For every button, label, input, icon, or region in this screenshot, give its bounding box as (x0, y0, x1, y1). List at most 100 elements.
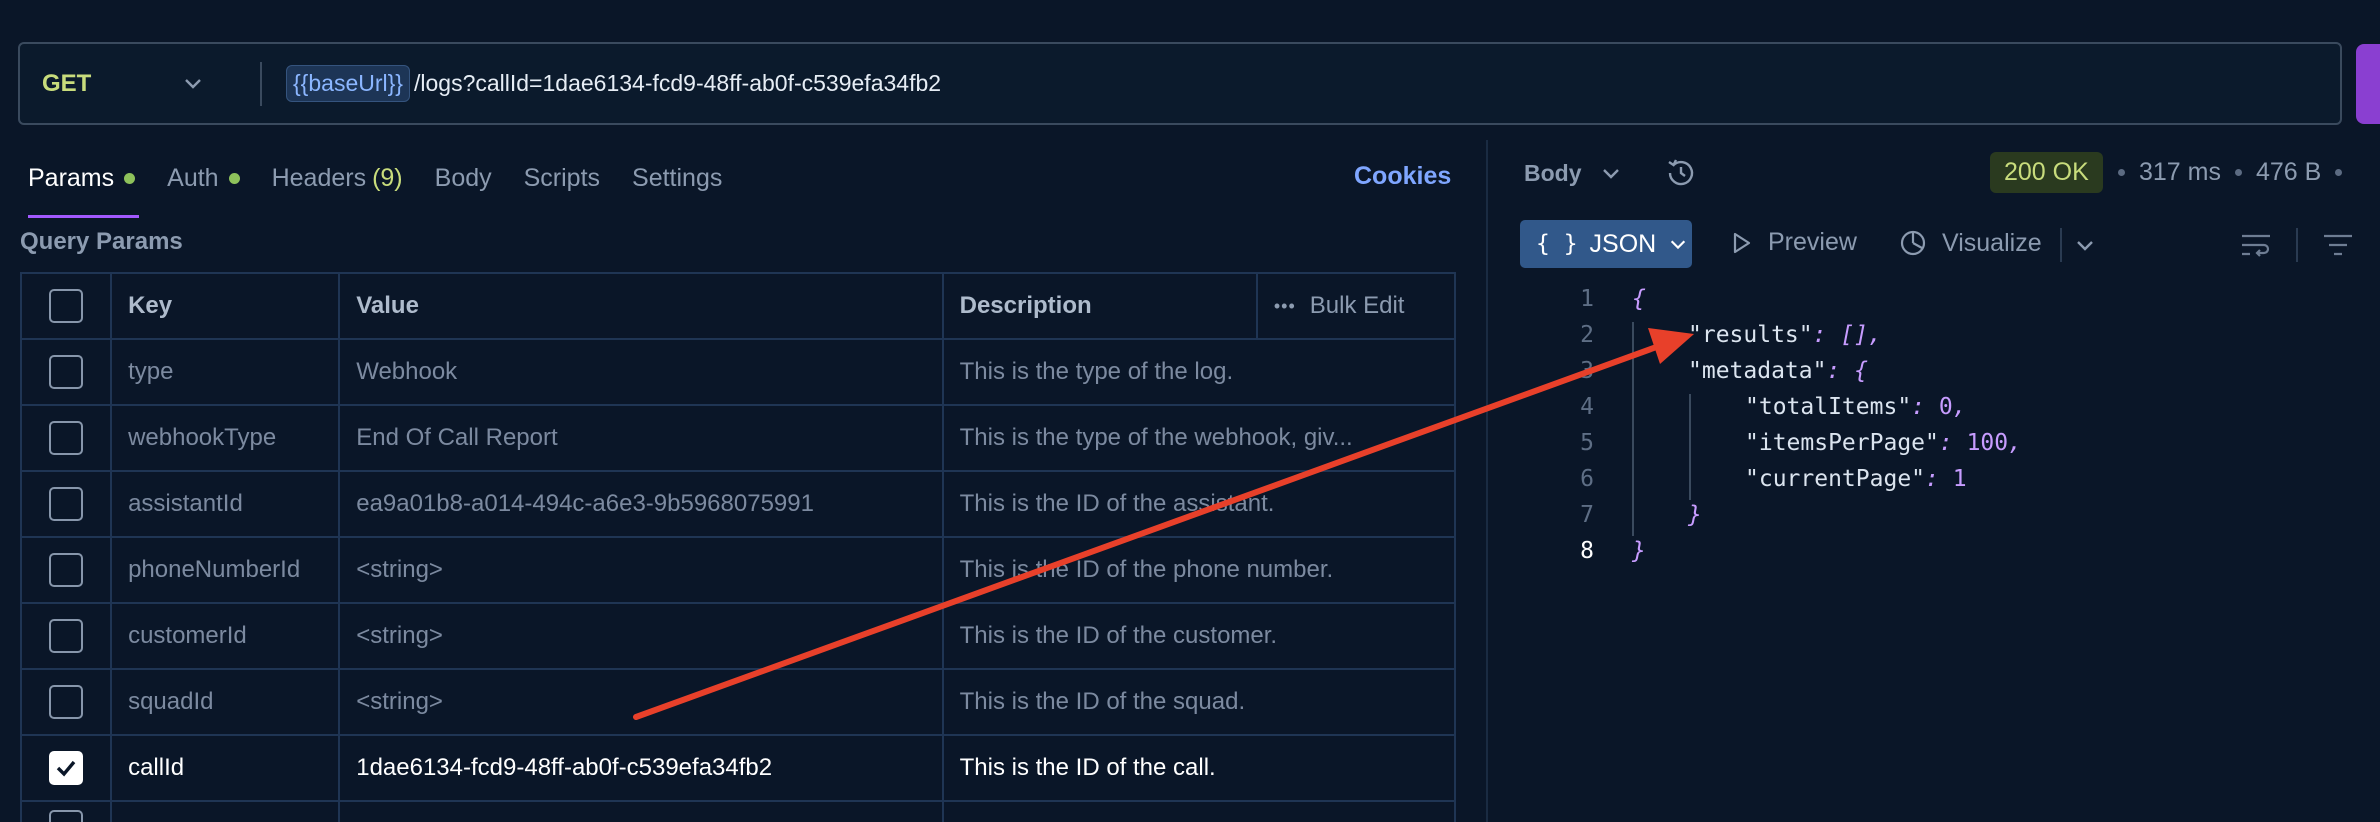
format-label: JSON (1589, 229, 1657, 258)
meta-separator-dot (2234, 169, 2242, 176)
more-dots-icon: ••• (1273, 295, 1296, 316)
row-checkbox[interactable] (49, 751, 84, 785)
line-number: 3 (1580, 358, 1594, 384)
row-checkbox[interactable] (49, 553, 84, 587)
param-key[interactable]: customerId (110, 602, 341, 670)
chevron-down-icon (185, 79, 201, 89)
headers-count: (9) (372, 163, 403, 192)
send-button[interactable] (2356, 44, 2380, 124)
tab-auth-label: Auth (167, 163, 219, 192)
line-number: 6 (1580, 466, 1594, 492)
param-value[interactable]: 1dae6134-fcd9-48ff-ab0f-c539efa34fb2 (338, 734, 944, 802)
json-value: : 1 (1925, 466, 1967, 492)
table-row[interactable]: callId 1dae6134-fcd9-48ff-ab0f-c539efa34f… (19, 734, 1457, 802)
param-key[interactable]: phoneNumberId (110, 536, 341, 604)
tab-headers-label: Headers (271, 163, 367, 192)
base-url-variable[interactable]: {{baseUrl}} (286, 65, 410, 102)
table-row[interactable]: squadId <string> This is the ID of the squ… (19, 668, 1457, 736)
tab-settings[interactable]: Settings (632, 158, 722, 198)
param-description[interactable]: This is the ID of the customer. (941, 602, 1457, 670)
row-checkbox-cell (19, 338, 113, 406)
param-description[interactable]: This is the type of the webhook, giv... (941, 404, 1457, 472)
method-select[interactable]: GET (20, 44, 240, 123)
param-value[interactable]: <string> (338, 602, 944, 670)
preview-button[interactable]: Preview (1728, 228, 1857, 257)
chevron-down-icon[interactable] (2074, 234, 2096, 256)
history-icon[interactable] (1664, 156, 1698, 190)
line-number: 7 (1580, 502, 1594, 528)
panel-divider[interactable] (1486, 140, 1488, 822)
tab-params[interactable]: Params (28, 158, 140, 218)
header-checkbox-cell (19, 272, 113, 340)
param-value[interactable]: ea9a01b8-a014-494c-a6e3-9b5968075991 (338, 470, 944, 538)
chevron-down-icon (1602, 169, 1619, 179)
filter-icon[interactable] (2322, 230, 2354, 260)
table-row[interactable]: webhookType End Of Call Report This is the… (19, 404, 1457, 472)
row-checkbox[interactable] (49, 421, 84, 455)
table-row[interactable]: customerId <string> This is the ID of the … (19, 602, 1457, 670)
code-line: 4 "totalItems": 0, (1560, 394, 1966, 430)
row-checkbox[interactable] (49, 810, 84, 822)
row-checkbox[interactable] (49, 619, 84, 653)
tab-scripts-label: Scripts (523, 163, 601, 192)
param-description[interactable]: This is the ID of the squad. (941, 668, 1457, 736)
param-key[interactable] (110, 800, 341, 822)
param-value[interactable]: End Of Call Report (338, 404, 944, 472)
wrap-lines-icon[interactable] (2240, 230, 2272, 260)
url-input[interactable]: /logs?callId=1dae6134-fcd9-48ff-ab0f-c53… (414, 70, 941, 97)
param-key[interactable]: assistantId (110, 470, 341, 538)
tab-scripts[interactable]: Scripts (524, 158, 600, 198)
indent-guide (1632, 322, 1634, 536)
param-key[interactable]: squadId (110, 668, 341, 736)
response-body-selector[interactable]: Body (1524, 156, 1698, 190)
param-description[interactable] (941, 800, 1457, 822)
select-all-checkbox[interactable] (49, 289, 84, 323)
tab-auth[interactable]: Auth (167, 158, 240, 198)
row-checkbox-cell (19, 470, 113, 538)
code-line: 1{ (1560, 286, 1646, 322)
row-checkbox[interactable] (49, 685, 84, 719)
code-line: 8} (1560, 538, 1646, 574)
column-key: Key (110, 272, 341, 340)
json-key: "itemsPerPage" (1745, 430, 1939, 456)
row-checkbox-cell (19, 800, 113, 822)
param-description[interactable]: This is the ID of the call. (941, 734, 1457, 802)
param-description[interactable]: This is the ID of the phone number. (941, 536, 1457, 604)
json-value: : 100, (1938, 430, 2022, 456)
tab-headers[interactable]: Headers (9) (272, 158, 403, 198)
table-row[interactable]: phoneNumberId <string> This is the ID of t… (19, 536, 1457, 604)
json-value: { (1632, 286, 1646, 312)
column-description: Description (941, 272, 1258, 340)
json-key: "metadata" (1688, 358, 1827, 384)
row-checkbox[interactable] (49, 355, 84, 389)
toolbar-separator (2296, 228, 2298, 262)
tab-settings-label: Settings (632, 163, 723, 192)
chevron-down-icon (1671, 240, 1686, 250)
line-number: 4 (1580, 394, 1594, 420)
param-key[interactable]: webhookType (110, 404, 341, 472)
format-json-button[interactable]: { } JSON (1520, 220, 1692, 268)
tab-body[interactable]: Body (435, 158, 492, 198)
code-line: 2 "results": [], (1560, 322, 1882, 358)
method-divider (260, 61, 262, 106)
param-description[interactable]: This is the type of the log. (941, 338, 1457, 406)
table-row[interactable]: assistantId ea9a01b8-a014-494c-a6e3-9b596… (19, 470, 1457, 538)
param-key[interactable]: callId (110, 734, 341, 802)
row-checkbox[interactable] (49, 487, 84, 521)
row-checkbox-cell (19, 536, 113, 604)
param-value[interactable]: <string> (338, 536, 944, 604)
param-value[interactable]: <string> (338, 668, 944, 736)
table-row[interactable] (19, 800, 1457, 822)
preview-label: Preview (1768, 228, 1857, 256)
param-value[interactable]: Webhook (338, 338, 944, 406)
json-value: : { (1826, 358, 1869, 384)
visualize-button[interactable]: Visualize (1898, 228, 2042, 258)
cookies-link[interactable]: Cookies (1354, 162, 1451, 191)
table-row[interactable]: type Webhook This is the type of the log. (19, 338, 1457, 406)
param-description[interactable]: This is the ID of the assistant. (941, 470, 1457, 538)
bulk-edit-button[interactable]: ••• Bulk Edit (1274, 292, 1438, 320)
tab-params-label: Params (28, 163, 115, 192)
param-key[interactable]: type (110, 338, 341, 406)
bulk-edit-label: Bulk Edit (1309, 292, 1405, 319)
param-value[interactable] (338, 800, 944, 822)
